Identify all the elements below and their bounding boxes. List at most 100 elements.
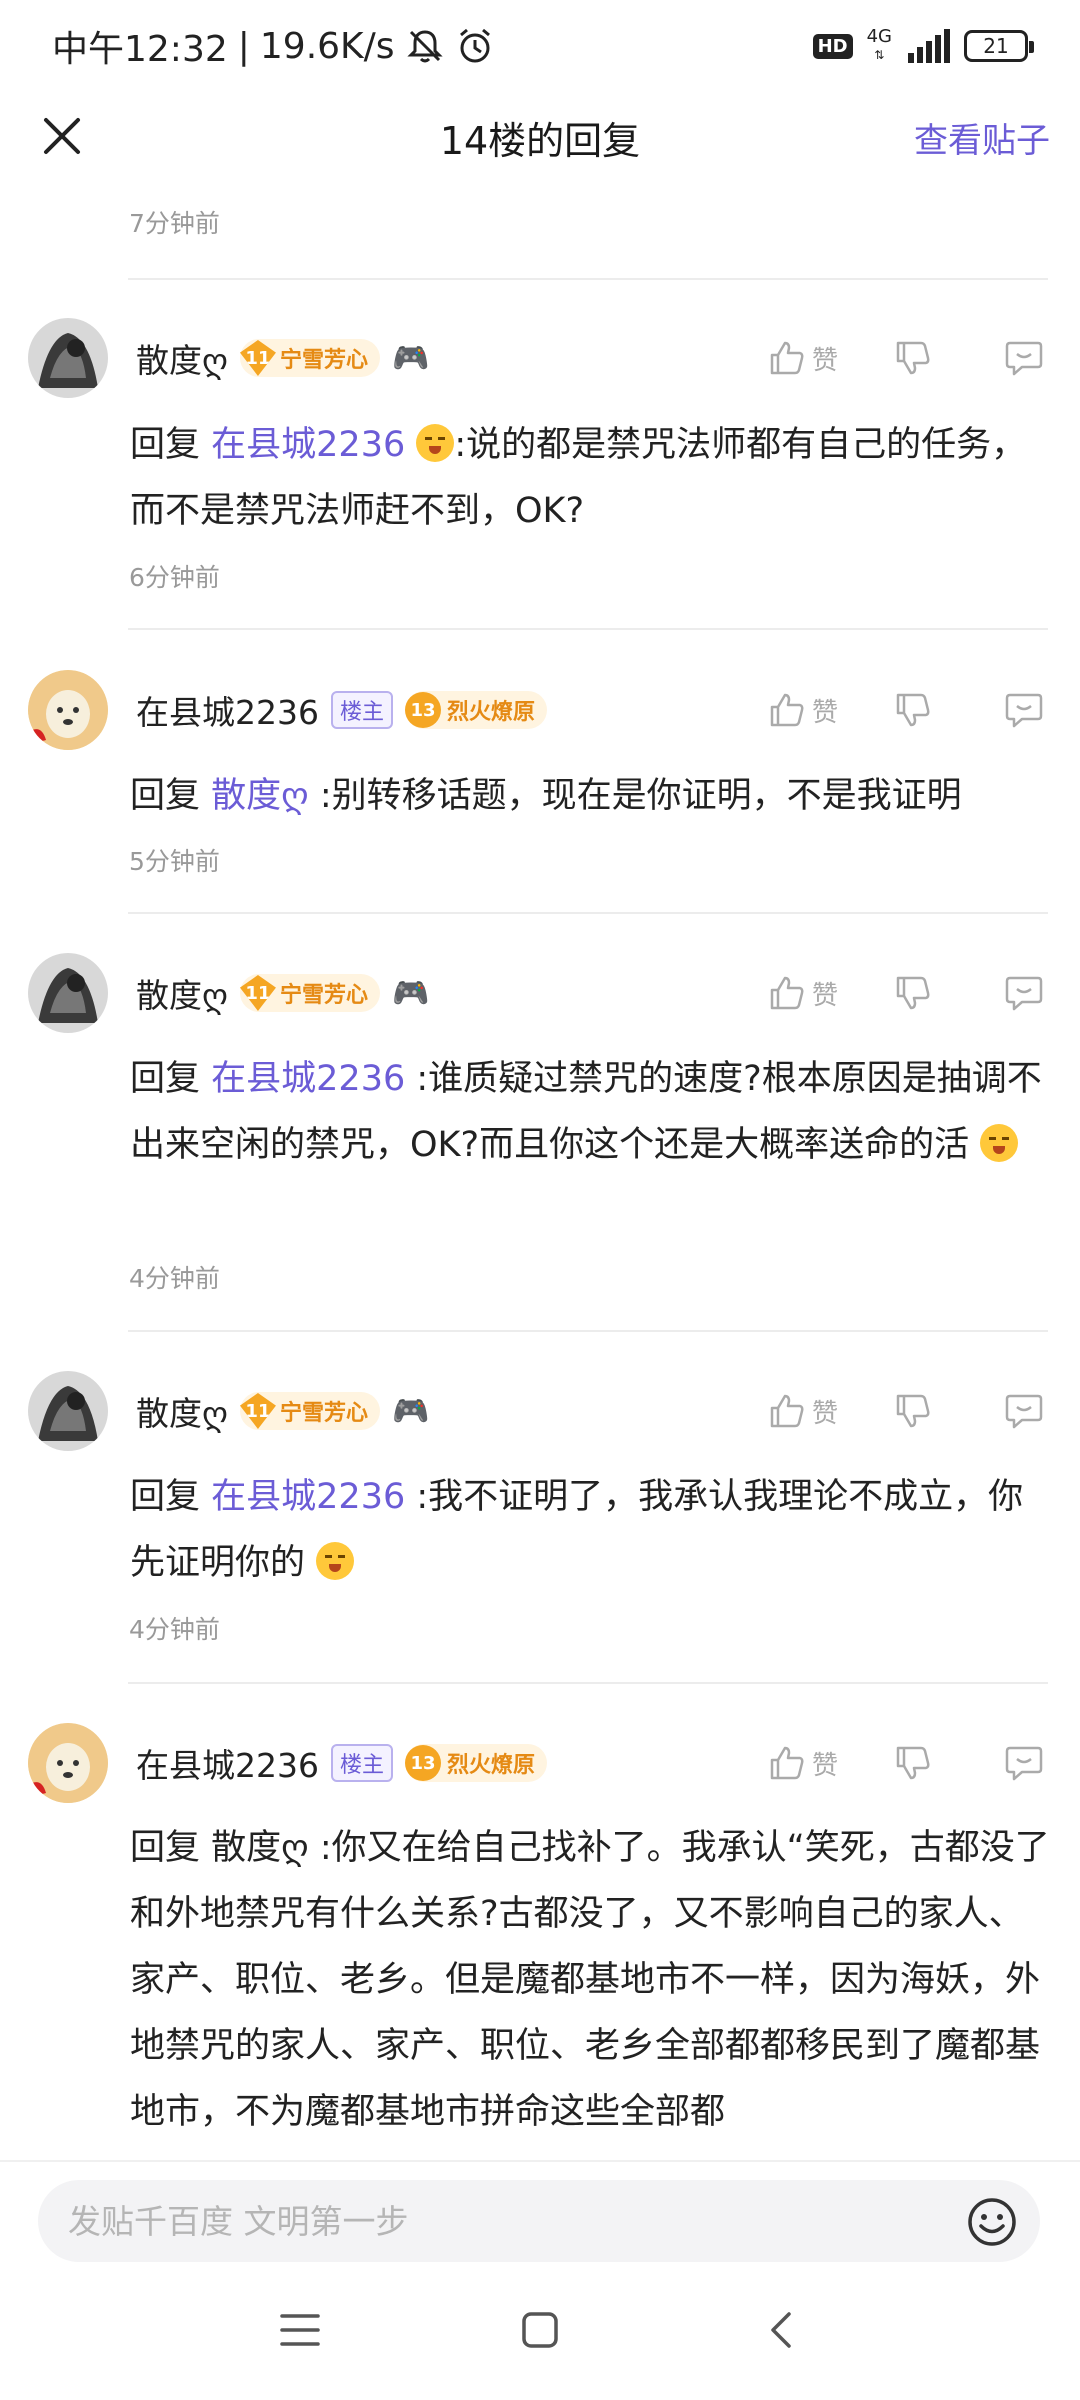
emoji-button[interactable] (966, 2196, 1018, 2248)
user-name[interactable]: 散度ღ (136, 334, 228, 382)
comment-body: 回复 散度ღ :你又在给自己找补了。我承认“笑死，古都没了和外地禁咒有什么关系?… (130, 1815, 1050, 2145)
reply-prefix: 回复 (130, 425, 201, 465)
status-speed: 19.6K/s (259, 25, 395, 67)
mention-link[interactable]: 散度ღ (211, 776, 309, 816)
alarm-icon (455, 26, 495, 66)
comment-body: 回复 在县城2236 :谁质疑过禁咒的速度?根本原因是抽调不出来空闲的禁咒，OK… (130, 1046, 1050, 1178)
divider (128, 1682, 1048, 1684)
dislike-button[interactable] (894, 339, 932, 377)
home-icon (522, 2312, 558, 2348)
user-name[interactable]: 在县城2236 (136, 1739, 319, 1787)
comment-text: :别转移话题，现在是你证明，不是我证明 (319, 776, 962, 816)
menu-button[interactable] (270, 2300, 330, 2360)
avatar[interactable] (28, 953, 108, 1033)
comment-body: 回复 在县城2236 :我不证明了，我承认我理论不成立，你先证明你的 (130, 1464, 1050, 1596)
comment-timestamp: 4分钟前 (129, 1615, 220, 1644)
owner-badge: 楼主 (330, 691, 393, 729)
thumbs-down-icon (896, 341, 930, 375)
like-button[interactable]: 赞 (768, 339, 838, 377)
comment-button[interactable] (1004, 1392, 1044, 1430)
reply-input[interactable] (68, 2180, 948, 2262)
level-title: 烈火燎原 (447, 700, 536, 725)
top-timestamp: 7分钟前 (129, 209, 220, 238)
reply-prefix: 回复 (130, 1828, 201, 1868)
back-button[interactable] (750, 2300, 810, 2360)
thumbs-up-icon (770, 1746, 804, 1780)
grinning-emoji-icon (980, 1124, 1019, 1162)
avatar[interactable] (28, 1371, 108, 1451)
level-badge: 11 宁雪芳心 (239, 339, 380, 377)
view-post-link[interactable]: 查看贴子 (914, 113, 1050, 162)
dislike-button[interactable] (894, 1744, 932, 1782)
thumbs-up-icon (770, 1394, 804, 1428)
network-type: 4G ⇅ (867, 28, 892, 64)
reply-prefix: 回复 (130, 1059, 201, 1099)
dislike-button[interactable] (894, 691, 932, 729)
comment-button[interactable] (1004, 339, 1044, 377)
comment-body: 回复 在县城2236 :说的都是禁咒法师都有自己的任务，而不是禁咒法师赶不到，O… (130, 412, 1050, 544)
home-button[interactable] (510, 2300, 570, 2360)
divider (128, 278, 1048, 280)
status-bar: 中午12:32 | 19.6K/s HD 4G ⇅ 21 (0, 0, 1080, 92)
dislike-button[interactable] (894, 1392, 932, 1430)
avatar[interactable] (28, 1723, 108, 1803)
level-title: 宁雪芳心 (279, 348, 368, 373)
comment-actions: 赞 (768, 333, 1044, 383)
comment-actions: 赞 (768, 1738, 1044, 1788)
mention-link[interactable]: 在县城2236 (211, 1059, 405, 1099)
battery-level: 21 (983, 34, 1009, 58)
gamepad-icon: 🎮 (391, 340, 430, 376)
status-separator: | (237, 25, 250, 67)
mention-link[interactable]: 在县城2236 (211, 1477, 405, 1517)
comment-actions: 赞 (768, 1386, 1044, 1436)
thumbs-down-icon (896, 1746, 930, 1780)
name-row: 在县城2236 楼主 13 烈火燎原 (136, 685, 548, 735)
network-label: 4G (866, 26, 892, 47)
comment-actions: 赞 (768, 968, 1044, 1018)
menu-icon (280, 2314, 320, 2346)
thumbs-up-icon (770, 693, 804, 727)
name-row: 散度ღ 11 宁雪芳心 🎮 (136, 333, 429, 383)
thumbs-up-icon (770, 976, 804, 1010)
thumbs-up-icon (770, 341, 804, 375)
like-button[interactable]: 赞 (768, 691, 838, 729)
like-button[interactable]: 赞 (768, 974, 838, 1012)
level-title: 宁雪芳心 (279, 983, 368, 1008)
name-row: 散度ღ 11 宁雪芳心 🎮 (136, 1386, 429, 1436)
thumbs-down-icon (896, 1394, 930, 1428)
dislike-button[interactable] (894, 974, 932, 1012)
divider (128, 912, 1048, 914)
user-name[interactable]: 在县城2236 (136, 686, 319, 734)
level-badge: 11 宁雪芳心 (239, 1392, 380, 1430)
level-number: 11 (239, 1393, 276, 1429)
comment-button[interactable] (1004, 974, 1044, 1012)
reply-prefix: 回复 (130, 1477, 201, 1517)
comment-timestamp: 4分钟前 (129, 1264, 220, 1293)
user-name[interactable]: 散度ღ (136, 1387, 228, 1435)
back-icon (771, 2312, 791, 2348)
user-name[interactable]: 散度ღ (136, 969, 228, 1017)
level-title: 烈火燎原 (447, 1753, 536, 1778)
comment-button[interactable] (1004, 691, 1044, 729)
name-row: 散度ღ 11 宁雪芳心 🎮 (136, 968, 429, 1018)
comment-timestamp: 5分钟前 (129, 847, 220, 876)
level-title: 宁雪芳心 (279, 1401, 368, 1426)
comment-button[interactable] (1004, 1744, 1044, 1782)
reply-target[interactable]: 散度ღ (211, 1828, 309, 1868)
level-number: 13 (405, 692, 441, 728)
like-label: 赞 (811, 345, 838, 376)
reply-input-box (38, 2180, 1040, 2262)
divider (128, 628, 1048, 630)
level-badge: 13 烈火燎原 (405, 1744, 548, 1782)
system-nav-bar (0, 2290, 1080, 2370)
comment-body: 回复 散度ღ :别转移话题，现在是你证明，不是我证明 (130, 763, 1050, 829)
avatar[interactable] (28, 670, 108, 750)
avatar[interactable] (28, 318, 108, 398)
level-number: 11 (239, 340, 276, 376)
level-number: 13 (405, 1745, 441, 1781)
like-button[interactable]: 赞 (768, 1744, 838, 1782)
mention-link[interactable]: 在县城2236 (211, 425, 405, 465)
like-button[interactable]: 赞 (768, 1392, 838, 1430)
like-label: 赞 (811, 980, 838, 1011)
comment-bubble-icon (1005, 976, 1043, 1011)
